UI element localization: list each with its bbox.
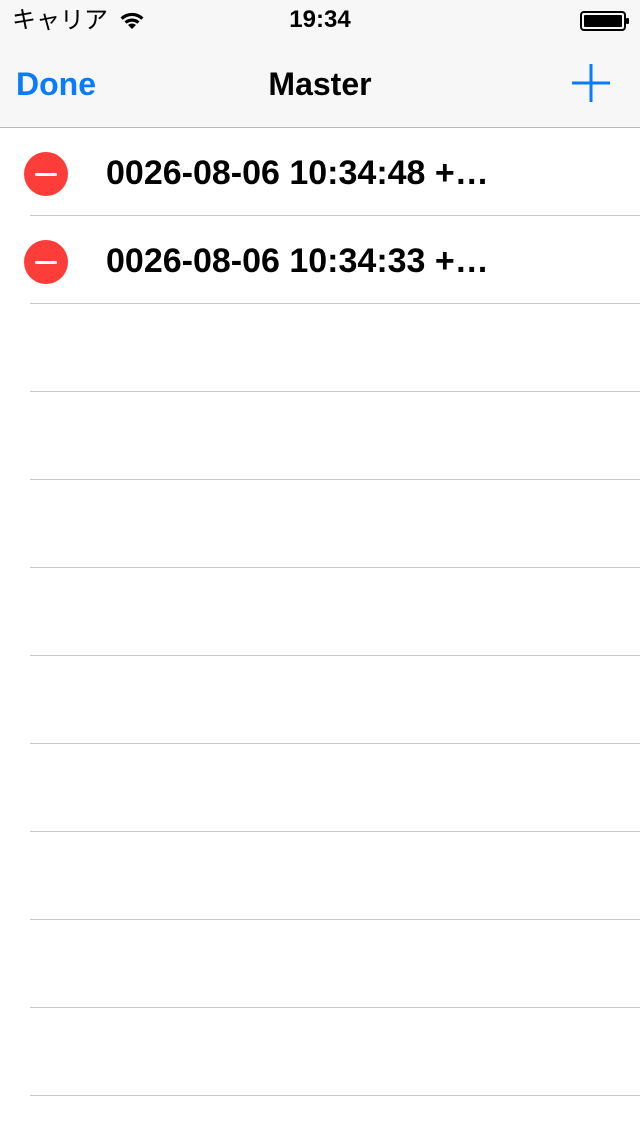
table-row[interactable]: 0026-08-06 10:34:33 +… (0, 216, 640, 304)
screen: キャリア 19:34 Done Master 0026-08-06 10:34:… (0, 0, 640, 1136)
empty-row (0, 1096, 640, 1136)
minus-circle-icon[interactable] (24, 152, 68, 196)
status-time: 19:34 (289, 6, 351, 33)
table-row[interactable]: 0026-08-06 10:34:48 +… (0, 128, 640, 216)
row-label: 0026-08-06 10:34:48 +… (106, 154, 489, 192)
empty-row (0, 480, 640, 568)
status-bar: キャリア 19:34 (0, 0, 640, 40)
page-title: Master (268, 66, 372, 102)
empty-row (0, 656, 640, 744)
empty-row (0, 744, 640, 832)
empty-row (0, 568, 640, 656)
empty-row (0, 1008, 640, 1096)
empty-row (0, 304, 640, 392)
empty-row (0, 392, 640, 480)
plus-icon[interactable] (568, 60, 614, 106)
empty-row (0, 832, 640, 920)
battery-full-icon (580, 11, 629, 31)
minus-circle-icon[interactable] (24, 240, 68, 284)
table-view: 0026-08-06 10:34:48 +… 0026-08-06 10:34:… (0, 128, 640, 1136)
row-label: 0026-08-06 10:34:33 +… (106, 242, 489, 280)
empty-row (0, 920, 640, 1008)
navigation-bar: Done Master (0, 40, 640, 128)
header: キャリア 19:34 Done Master (0, 0, 640, 128)
